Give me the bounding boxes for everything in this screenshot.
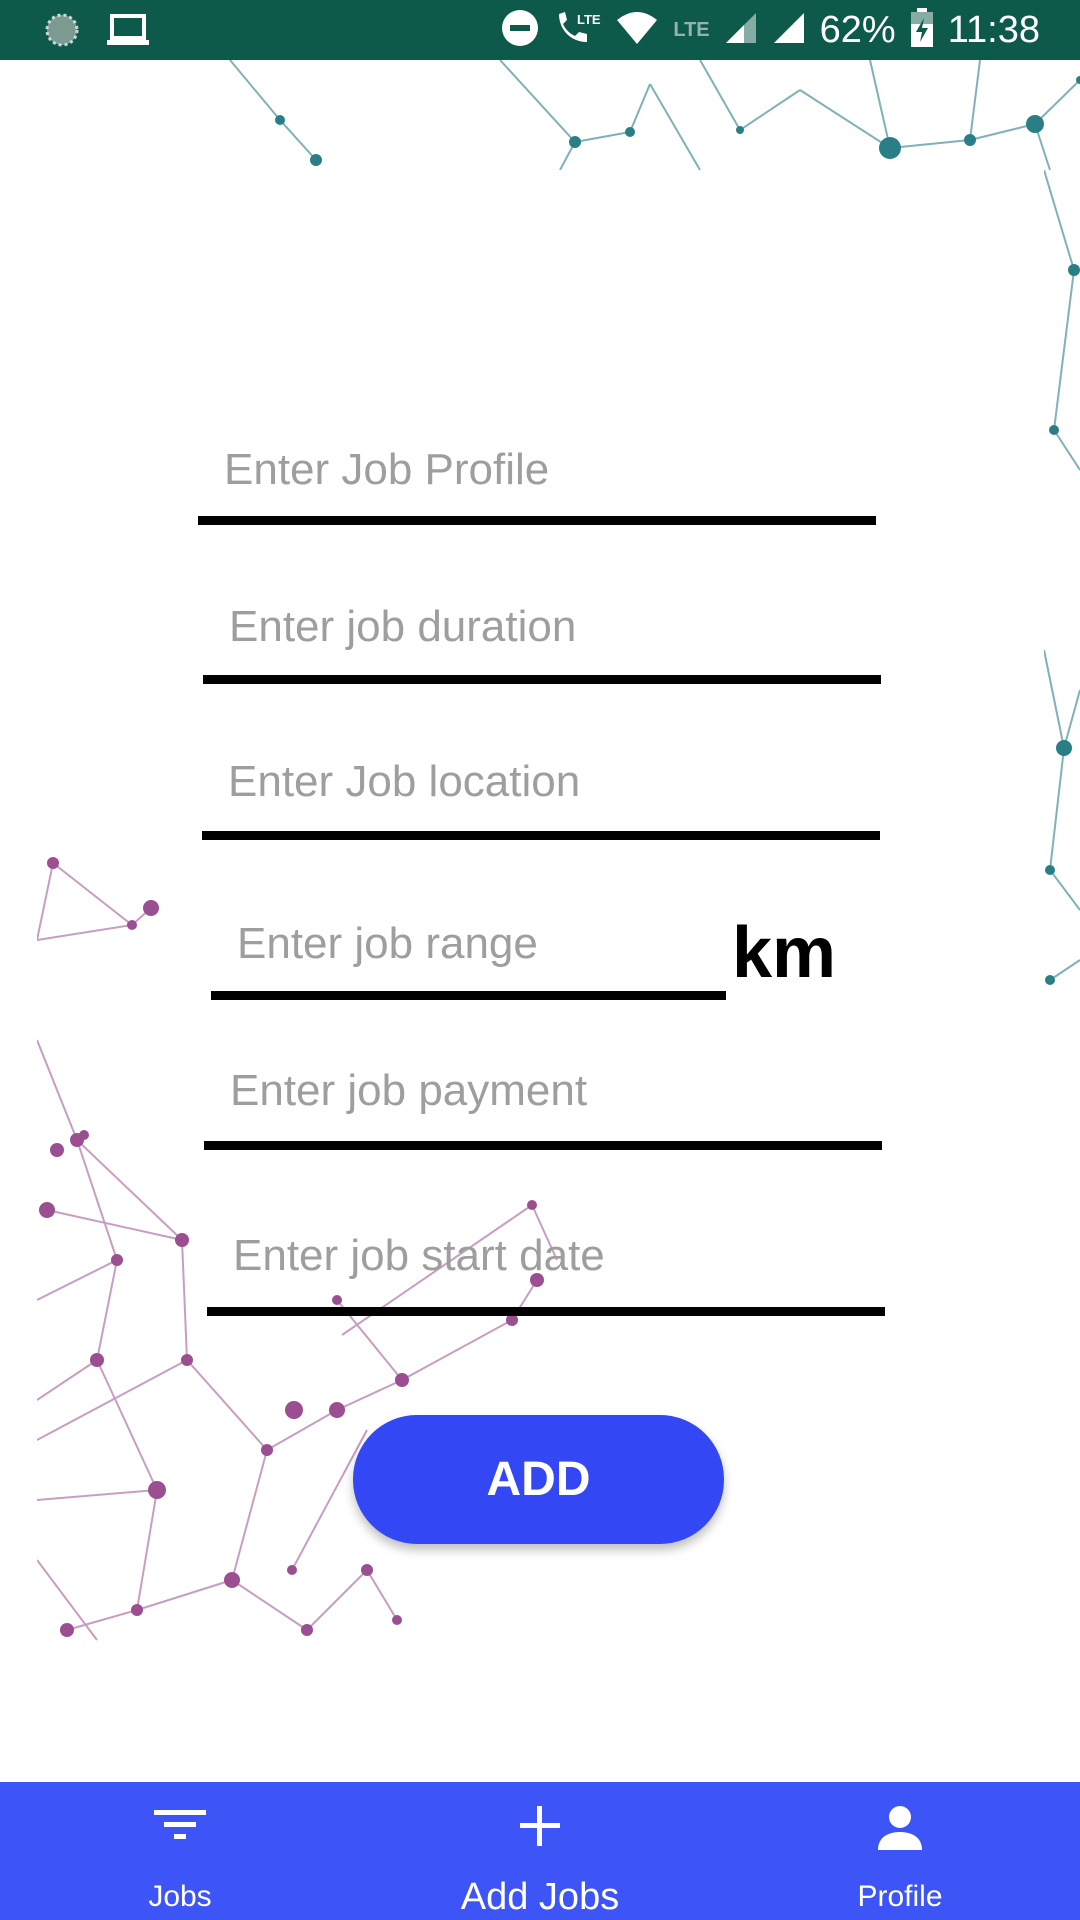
cell-signal-icon [772, 11, 806, 50]
app-icon [44, 12, 80, 53]
nav-item-profile[interactable]: Profile [720, 1782, 1080, 1920]
wifi-icon [615, 10, 659, 51]
job-range-underline [211, 991, 726, 1000]
nav-item-add-jobs[interactable]: Add Jobs [360, 1782, 720, 1920]
job-start-date-field[interactable] [207, 1226, 885, 1316]
clock: 11:38 [947, 9, 1040, 51]
nav-label-jobs: Jobs [148, 1880, 212, 1913]
person-icon [720, 1804, 1080, 1852]
nav-label-add-jobs: Add Jobs [460, 1876, 620, 1918]
job-location-field[interactable] [202, 752, 880, 840]
job-range-input[interactable] [211, 914, 726, 974]
nav-label-profile: Profile [857, 1880, 943, 1913]
job-payment-input[interactable] [204, 1061, 882, 1121]
job-profile-field[interactable] [198, 440, 876, 525]
job-payment-underline [204, 1141, 882, 1150]
laptop-icon [106, 12, 150, 53]
range-unit-label: km [732, 913, 837, 993]
job-start-date-input[interactable] [207, 1226, 885, 1286]
nav-item-jobs[interactable]: Jobs [0, 1782, 360, 1920]
job-location-underline [202, 831, 880, 840]
wifi-call-icon: LTE [553, 8, 601, 53]
job-range-field[interactable] [211, 914, 726, 1000]
job-duration-field[interactable] [203, 597, 881, 684]
job-start-date-underline [207, 1307, 885, 1316]
do-not-disturb-icon [501, 9, 539, 52]
battery-percent: 62% [819, 9, 896, 51]
lte-label: LTE [673, 19, 710, 41]
network-background-right [1044, 170, 1080, 985]
job-profile-underline [198, 516, 876, 525]
job-duration-underline [203, 675, 881, 684]
bottom-nav: Jobs Add Jobs Profile [0, 1782, 1080, 1920]
add-button[interactable]: ADD [353, 1415, 724, 1544]
job-profile-input[interactable] [198, 440, 876, 500]
network-type-label: LTE [577, 12, 601, 27]
status-bar: LTE LTE 62% 11:38 [0, 0, 1080, 60]
job-payment-field[interactable] [204, 1061, 882, 1150]
battery-charging-icon [910, 8, 934, 53]
plus-icon [360, 1804, 720, 1852]
job-location-input[interactable] [202, 752, 880, 812]
cell-signal-icon [724, 11, 758, 50]
network-background-top [229, 60, 1080, 170]
filter-icon [0, 1804, 360, 1852]
job-duration-input[interactable] [203, 597, 881, 657]
